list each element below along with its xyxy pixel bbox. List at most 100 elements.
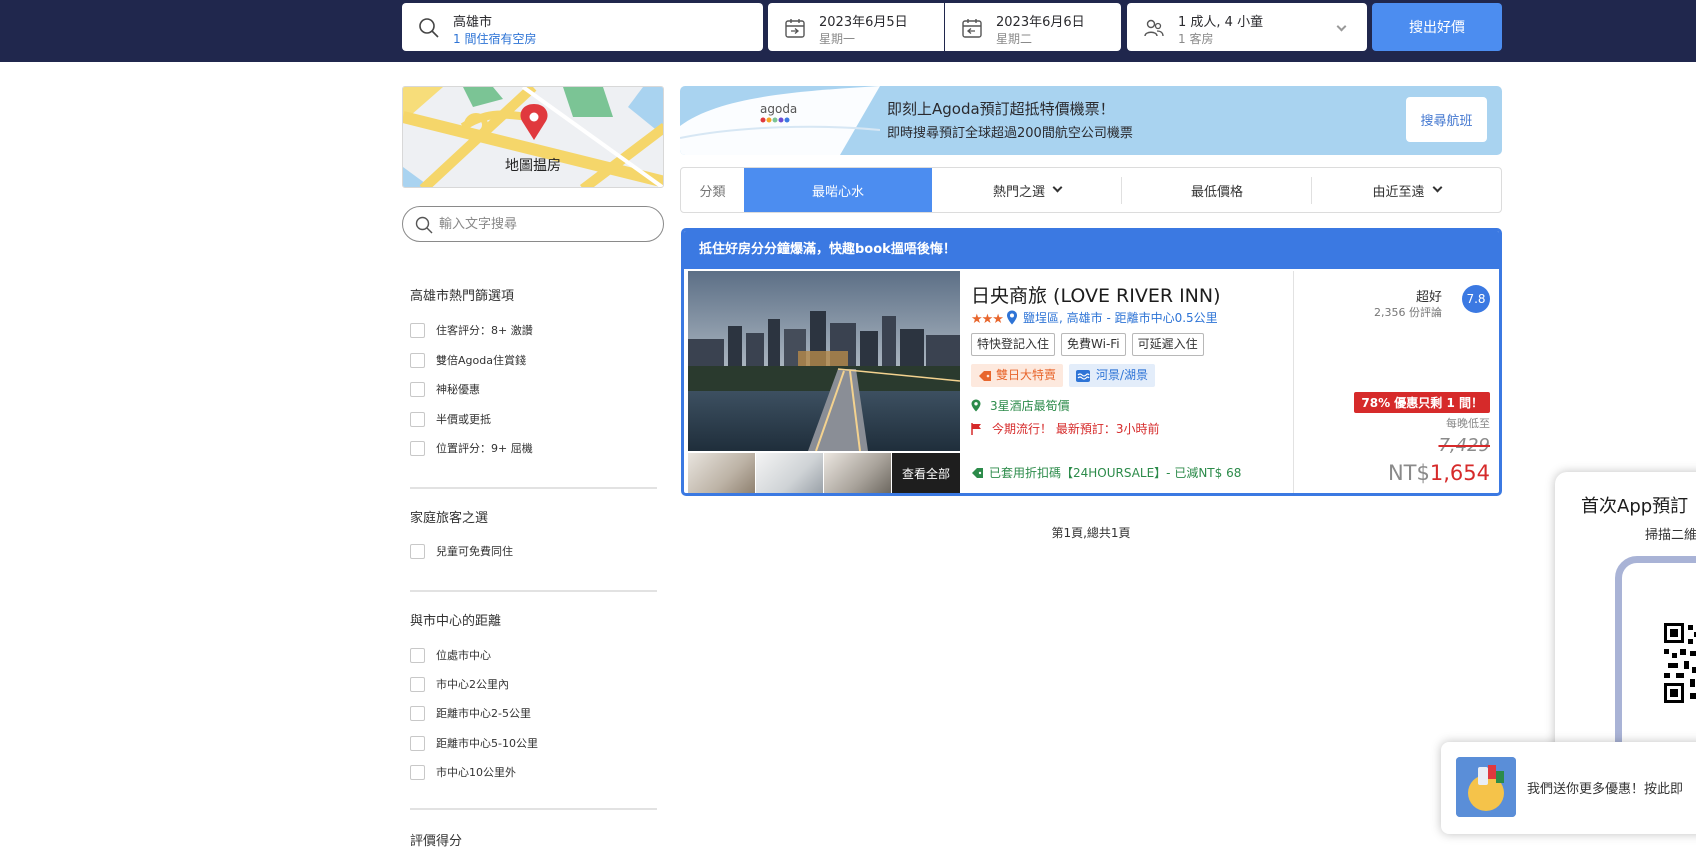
photo-thumbnail[interactable] — [688, 453, 755, 493]
photo-thumbnail[interactable] — [756, 453, 823, 493]
filter-option[interactable]: 住客評分：8+ 激讚 — [410, 322, 533, 338]
filter-label: 距離市中心5-10公里 — [436, 737, 538, 750]
review-count[interactable]: 2,356 份評論 — [1374, 304, 1442, 320]
hotel-card[interactable]: 抵住好房分分鐘爆滿，快趣book搵唔後悔！ 查看全部 日央商旅 (LOVE RI… — [681, 228, 1502, 496]
hotel-photo-image — [688, 271, 960, 451]
filter-option[interactable]: 雙倍Agoda住賞錢 — [410, 352, 526, 368]
checkout-field[interactable]: 2023年6月6日 星期二 — [945, 3, 1121, 51]
best-price-text: 3星酒店最筍價 — [990, 399, 1070, 413]
rating-word: 超好 — [1415, 290, 1442, 305]
discount-badge: 78% 優惠只剩 1 間！ — [1354, 392, 1490, 413]
hotel-name[interactable]: 日央商旅 (LOVE RIVER INN) — [971, 281, 1221, 308]
see-all-photos-button[interactable]: 查看全部 — [892, 453, 960, 493]
photo-thumbnail[interactable] — [824, 453, 891, 493]
checkbox[interactable] — [410, 381, 425, 397]
sort-tab-label: 最低價格 — [1190, 184, 1243, 200]
banner-subline: 即時搜尋預訂全球超過200間航空公司機票 — [887, 126, 1133, 141]
checkin-date: 2023年6月5日 — [819, 15, 908, 30]
checkin-field[interactable]: 2023年6月5日 星期一 — [768, 3, 944, 51]
rooms-value: 1 客房 — [1178, 32, 1214, 46]
guests-icon — [1144, 19, 1164, 37]
sort-label: 分類 — [699, 184, 726, 200]
filter-label: 位置評分：9+ 屈機 — [436, 442, 533, 455]
view-badge-text: 河景/湖景 — [1096, 368, 1149, 382]
checkout-date: 2023年6月6日 — [996, 15, 1085, 30]
filter-option[interactable]: 神秘優惠 — [410, 381, 480, 397]
filter-option[interactable]: 市中心10公里外 — [410, 764, 516, 780]
occupancy-value: 1 成人, 4 小童 — [1178, 15, 1264, 30]
sort-bar: 分類 最啱心水 熱門之選 最低價格 由近至遠 — [680, 167, 1502, 213]
app-popup-title: 首次App預訂 — [1581, 496, 1689, 517]
filter-option[interactable]: 位處市中心 — [410, 647, 491, 663]
divider — [410, 487, 657, 489]
filter-option[interactable]: 半價或更抵 — [410, 411, 491, 427]
app-popup-subtitle: 掃描二維 — [1645, 528, 1696, 543]
promo-toast[interactable]: 我們送你更多優惠！按此即 — [1441, 742, 1696, 834]
popular-filters-title: 高雄市熱門篩選項 — [410, 289, 515, 304]
airplane-illustration — [680, 86, 880, 155]
search-bar: 高雄市 1 間住宿有空房 2023年6月5日 星期一 2023年6月6日 星期二… — [0, 0, 1696, 62]
qr-code — [1664, 623, 1696, 703]
text-search-input[interactable] — [439, 215, 649, 233]
currency: NT$ — [1387, 461, 1430, 485]
checkbox[interactable] — [410, 735, 425, 751]
sort-tab-best-match[interactable]: 最啱心水 — [744, 168, 932, 212]
family-filters-title: 家庭旅客之選 — [410, 511, 489, 526]
filter-option[interactable]: 市中心2公里內 — [410, 676, 509, 692]
map-search[interactable]: 地圖揾房 — [402, 86, 664, 188]
flights-promo-banner[interactable]: agoda 即刻上Agoda預訂超抵特價機票！ 即時搜尋預訂全球超過200間航空… — [680, 86, 1502, 155]
filter-label: 住客評分：8+ 激讚 — [436, 324, 533, 337]
filter-option[interactable]: 距離市中心5-10公里 — [410, 735, 538, 751]
checkbox[interactable] — [410, 411, 425, 427]
price-tag-icon — [979, 370, 991, 381]
filter-option[interactable]: 距離市中心2-5公里 — [410, 705, 531, 721]
hotel-location-text: 鹽埕區, 高雄市 - 距離市中心0.5公里 — [1023, 311, 1218, 325]
search-flights-button[interactable]: 搜尋航班 — [1406, 97, 1487, 142]
hotel-location[interactable]: 鹽埕區, 高雄市 - 距離市中心0.5公里 — [1006, 309, 1218, 326]
sale-badge-text: 雙日大特賣 — [996, 368, 1057, 382]
checkbox[interactable] — [410, 352, 425, 368]
search-icon — [415, 216, 433, 234]
hotel-photo[interactable] — [688, 271, 960, 451]
review-score-badge: 7.8 — [1462, 285, 1490, 313]
best-price-perk: 3星酒店最筍價 — [971, 397, 1070, 414]
map-label: 地圖揾房 — [505, 158, 561, 174]
coupon-tag-icon — [972, 467, 983, 478]
sort-tab-distance[interactable]: 由近至遠 — [1312, 168, 1501, 212]
divider — [410, 808, 657, 810]
checkbox[interactable] — [410, 647, 425, 663]
distance-filters-title: 與市中心的距離 — [410, 614, 502, 629]
photo-thumbnails: 查看全部 — [688, 453, 960, 493]
occupancy-field[interactable]: 1 成人, 4 小童 1 客房 — [1127, 3, 1367, 51]
checkbox[interactable] — [410, 676, 425, 692]
flag-icon — [971, 422, 981, 435]
amenity-tag: 可延遲入住 — [1131, 333, 1204, 356]
sort-tab-label: 熱門之選 — [992, 184, 1045, 200]
sort-tab-popular[interactable]: 熱門之選 — [932, 168, 1122, 212]
destination-availability: 1 間住宿有空房 — [453, 32, 537, 46]
calendar-icon — [785, 19, 805, 38]
gift-icon — [1456, 757, 1516, 817]
filter-option[interactable]: 兒童可免費同住 — [410, 543, 513, 559]
checkbox[interactable] — [410, 705, 425, 721]
amenity-tag: 特快登記入住 — [971, 333, 1056, 356]
sort-tab-lowest-price[interactable]: 最低價格 — [1122, 168, 1312, 212]
filter-label: 市中心2公里內 — [436, 678, 509, 691]
per-night-label: 每晚低至 — [1446, 417, 1490, 430]
checkbox[interactable] — [410, 322, 425, 338]
destination-field[interactable]: 高雄市 1 間住宿有空房 — [402, 3, 763, 51]
filter-label: 距離市中心2-5公里 — [436, 707, 531, 720]
checkbox[interactable] — [410, 440, 425, 456]
checkbox[interactable] — [410, 543, 425, 559]
sort-tab-label: 由近至遠 — [1372, 184, 1425, 200]
checkin-weekday: 星期一 — [819, 32, 856, 46]
filter-option[interactable]: 位置評分：9+ 屈機 — [410, 440, 533, 456]
final-price: NT$1,654 — [1388, 461, 1490, 485]
toast-text: 我們送你更多優惠！按此即 — [1527, 782, 1684, 797]
deal-badges: 雙日大特賣 河景/湖景 — [971, 364, 1156, 387]
agoda-logo: agoda — [760, 102, 798, 116]
checkbox[interactable] — [410, 764, 425, 780]
text-search-field[interactable] — [402, 206, 664, 242]
divider — [410, 590, 657, 592]
search-button[interactable]: 搜出好價 — [1372, 3, 1502, 51]
